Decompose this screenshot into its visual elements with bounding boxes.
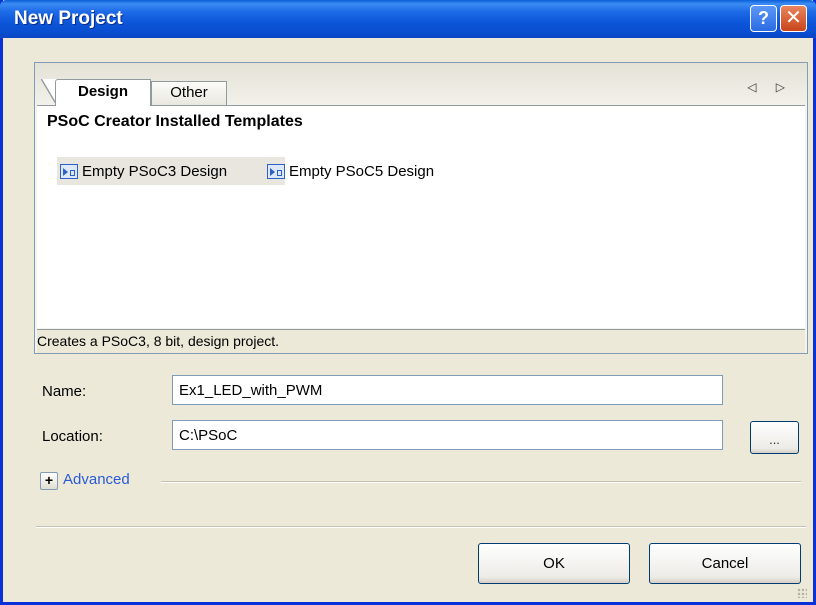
help-button[interactable]: ? [750, 5, 777, 32]
location-label: Location: [42, 428, 103, 445]
ok-button[interactable]: OK [478, 543, 630, 584]
template-empty-psoc3-design[interactable]: Empty PSoC3 Design [57, 157, 285, 185]
design-template-icon [267, 163, 285, 179]
advanced-section-label[interactable]: Advanced [63, 471, 130, 488]
expand-advanced-icon[interactable]: + [40, 472, 58, 490]
tab-strip: Design Other ◁ ▷ [35, 63, 807, 106]
template-panel: Design Other ◁ ▷ PSoC Creator Installed … [34, 62, 808, 354]
tab-design[interactable]: Design [55, 79, 151, 106]
dialog-title: New Project [14, 8, 123, 29]
tab-other[interactable]: Other [151, 81, 227, 105]
new-project-dialog: New Project ? ✕ Design Other ◁ ▷ PSoC Cr… [0, 0, 816, 605]
advanced-divider [161, 481, 801, 483]
close-button[interactable]: ✕ [780, 5, 807, 32]
template-label: Empty PSoC5 Design [289, 162, 435, 180]
resize-grip-icon[interactable] [797, 588, 807, 598]
tab-scroll-arrows[interactable]: ◁ ▷ [747, 80, 793, 94]
template-empty-psoc5-design[interactable]: Empty PSoC5 Design [264, 157, 464, 185]
design-template-icon [60, 163, 78, 179]
templates-heading: PSoC Creator Installed Templates [47, 113, 303, 130]
browse-button[interactable]: ... [750, 421, 799, 454]
project-name-input[interactable] [172, 375, 723, 405]
template-list: PSoC Creator Installed Templates Empty P… [37, 105, 805, 328]
location-input[interactable] [172, 420, 723, 450]
template-label: Empty PSoC3 Design [82, 162, 228, 180]
template-description: Creates a PSoC3, 8 bit, design project. [37, 329, 805, 353]
cancel-button[interactable]: Cancel [649, 543, 801, 584]
footer-divider [36, 526, 806, 528]
name-label: Name: [42, 383, 87, 400]
title-bar[interactable]: New Project ? ✕ [0, 0, 816, 38]
